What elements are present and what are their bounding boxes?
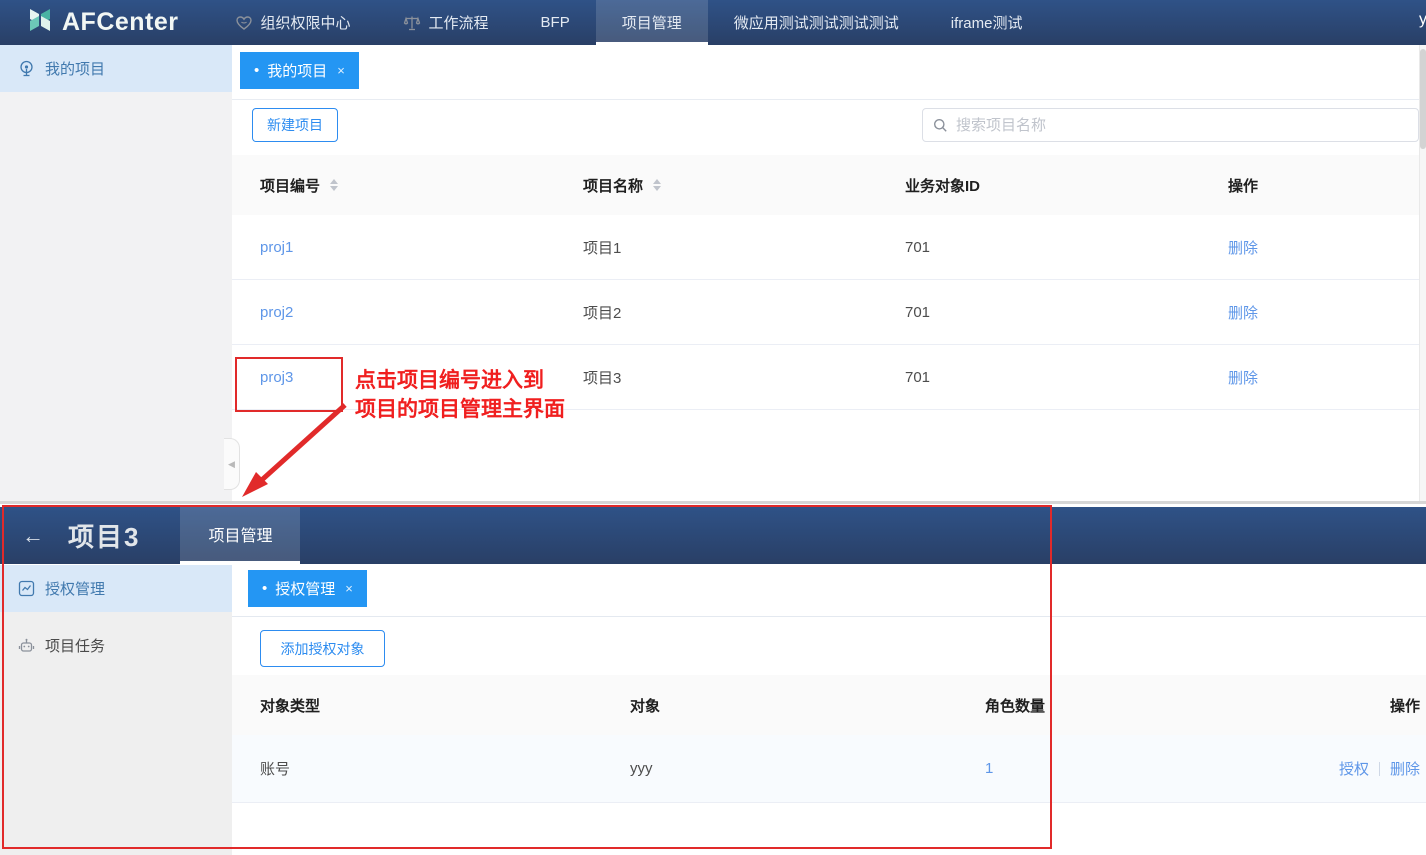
tab-authorization[interactable]: • 授权管理 × xyxy=(248,570,367,607)
scrollbar[interactable] xyxy=(1419,45,1426,503)
project3-sidebar: 授权管理 项目任务 xyxy=(0,565,232,855)
nav-label: iframe测试 xyxy=(951,12,1023,33)
project-title: 项目3 xyxy=(68,507,180,564)
nav-label: BFP xyxy=(541,14,570,31)
afcenter-logo-icon xyxy=(26,5,54,40)
back-arrow-icon[interactable]: ← xyxy=(0,507,68,564)
delete-link[interactable]: 删除 xyxy=(1228,302,1258,323)
scrollbar-thumb[interactable] xyxy=(1420,49,1426,149)
nav-label: 项目管理 xyxy=(622,12,682,33)
col-header-role-count: 角色数量 xyxy=(985,695,1045,716)
screen: AFCenter 组织权限中心 xyxy=(0,0,1426,855)
delete-link[interactable]: 删除 xyxy=(1228,367,1258,388)
biz-object-id: 701 xyxy=(905,239,930,256)
col-header-project-code: 项目编号 xyxy=(260,175,320,196)
sort-icon[interactable] xyxy=(330,179,338,191)
col-header-actions: 操作 xyxy=(1390,695,1420,716)
close-icon[interactable]: × xyxy=(345,581,353,596)
open-tabs-bar: • 授权管理 × xyxy=(232,565,1426,617)
nav-label: 工作流程 xyxy=(429,12,489,33)
projects-toolbar: 新建项目 xyxy=(232,101,1419,155)
tab-my-projects[interactable]: • 我的项目 × xyxy=(240,52,359,89)
tab-label: 授权管理 xyxy=(275,578,335,599)
sidebar-item-authorization[interactable]: 授权管理 xyxy=(0,565,232,612)
top-navbar: AFCenter 组织权限中心 xyxy=(0,0,1426,45)
delete-link[interactable]: 删除 xyxy=(1228,237,1258,258)
nav-item-iframe-test[interactable]: iframe测试 xyxy=(925,0,1049,45)
delete-link[interactable]: 删除 xyxy=(1390,758,1420,779)
nav-item-org-permission[interactable]: 组织权限中心 xyxy=(209,0,377,45)
nav-item-workflow[interactable]: 工作流程 xyxy=(377,0,515,45)
object-type: 账号 xyxy=(260,758,290,779)
col-header-biz-id: 业务对象ID xyxy=(905,175,980,196)
authorization-main: • 授权管理 × 添加授权对象 对象类型 对象 角色数量 操作 账号 yyy 1… xyxy=(232,565,1426,855)
projects-sidebar: 我的项目 xyxy=(0,45,232,503)
biz-object-id: 701 xyxy=(905,304,930,321)
close-icon[interactable]: × xyxy=(337,63,345,78)
object-name: yyy xyxy=(630,760,653,777)
sidebar-item-label: 项目任务 xyxy=(45,635,105,656)
tab-active-dot: • xyxy=(254,63,259,78)
projects-window: AFCenter 组织权限中心 xyxy=(0,0,1426,505)
col-header-object-type: 对象类型 xyxy=(260,695,320,716)
projects-main: • 我的项目 × 新建项目 xyxy=(232,45,1419,503)
broadcast-icon xyxy=(18,60,35,77)
chart-icon xyxy=(18,580,35,597)
col-header-project-name: 项目名称 xyxy=(583,175,643,196)
project-code-link[interactable]: proj2 xyxy=(260,304,293,321)
sidebar-item-project-tasks[interactable]: 项目任务 xyxy=(0,622,232,669)
table-row: 账号 yyy 1 授权 删除 xyxy=(232,735,1426,803)
scale-icon xyxy=(403,14,421,32)
window-divider xyxy=(0,501,1426,504)
search-input[interactable] xyxy=(956,117,1408,134)
top-nav-menu: 组织权限中心 工作流程 BFP xyxy=(209,0,1049,45)
project-name: 项目1 xyxy=(583,237,621,258)
chevron-left-icon: ◀ xyxy=(228,459,235,470)
sidebar-item-label: 授权管理 xyxy=(45,578,105,599)
heart-icon xyxy=(235,14,253,32)
nav-item-project-management[interactable]: 项目管理 xyxy=(596,0,708,45)
table-row: proj2 项目2 701 删除 xyxy=(232,280,1419,345)
robot-icon xyxy=(18,637,35,654)
tab-label: 我的项目 xyxy=(267,60,327,81)
col-header-object: 对象 xyxy=(630,695,660,716)
sidebar-collapse-handle[interactable]: ◀ xyxy=(224,438,240,490)
add-authorization-button[interactable]: 添加授权对象 xyxy=(260,630,385,667)
project-search[interactable] xyxy=(922,108,1419,142)
username-partial[interactable]: y xyxy=(1419,11,1426,29)
role-count-link[interactable]: 1 xyxy=(985,760,993,777)
sort-icon[interactable] xyxy=(653,179,661,191)
project-code-link[interactable]: proj1 xyxy=(260,239,293,256)
project3-window: ← 项目3 项目管理 授权管理 xyxy=(0,505,1426,855)
tab-active-dot: • xyxy=(262,581,267,596)
nav-item-bfp[interactable]: BFP xyxy=(515,0,596,45)
nav-label: 微应用测试测试测试测试 xyxy=(734,12,899,33)
app-title: AFCenter xyxy=(62,8,179,37)
biz-object-id: 701 xyxy=(905,369,930,386)
projects-table-body: proj1 项目1 701 删除 proj2 项目2 701 删除 proj3 … xyxy=(232,215,1419,410)
projects-table-header: 项目编号 项目名称 业务对象ID 操作 xyxy=(232,155,1419,215)
project-code-link[interactable]: proj3 xyxy=(260,369,293,386)
table-row: proj1 项目1 701 删除 xyxy=(232,215,1419,280)
nav-tab-project-management[interactable]: 项目管理 xyxy=(180,507,300,564)
action-divider xyxy=(1379,762,1380,776)
new-project-button[interactable]: 新建项目 xyxy=(252,108,338,142)
project-name: 项目2 xyxy=(583,302,621,323)
search-icon xyxy=(933,118,948,133)
authorization-table-header: 对象类型 对象 角色数量 操作 xyxy=(232,675,1426,735)
app-logo[interactable]: AFCenter xyxy=(0,0,209,45)
sidebar-item-label: 我的项目 xyxy=(45,58,105,79)
open-tabs-bar: • 我的项目 × xyxy=(232,45,1419,100)
table-row: proj3 项目3 701 删除 xyxy=(232,345,1419,410)
col-header-actions: 操作 xyxy=(1228,175,1258,196)
project3-navbar: ← 项目3 项目管理 xyxy=(0,507,1426,564)
nav-label: 组织权限中心 xyxy=(261,12,351,33)
authorize-link[interactable]: 授权 xyxy=(1339,758,1369,779)
sidebar-item-my-projects[interactable]: 我的项目 xyxy=(0,45,232,92)
nav-item-microapp-test[interactable]: 微应用测试测试测试测试 xyxy=(708,0,925,45)
project-name: 项目3 xyxy=(583,367,621,388)
